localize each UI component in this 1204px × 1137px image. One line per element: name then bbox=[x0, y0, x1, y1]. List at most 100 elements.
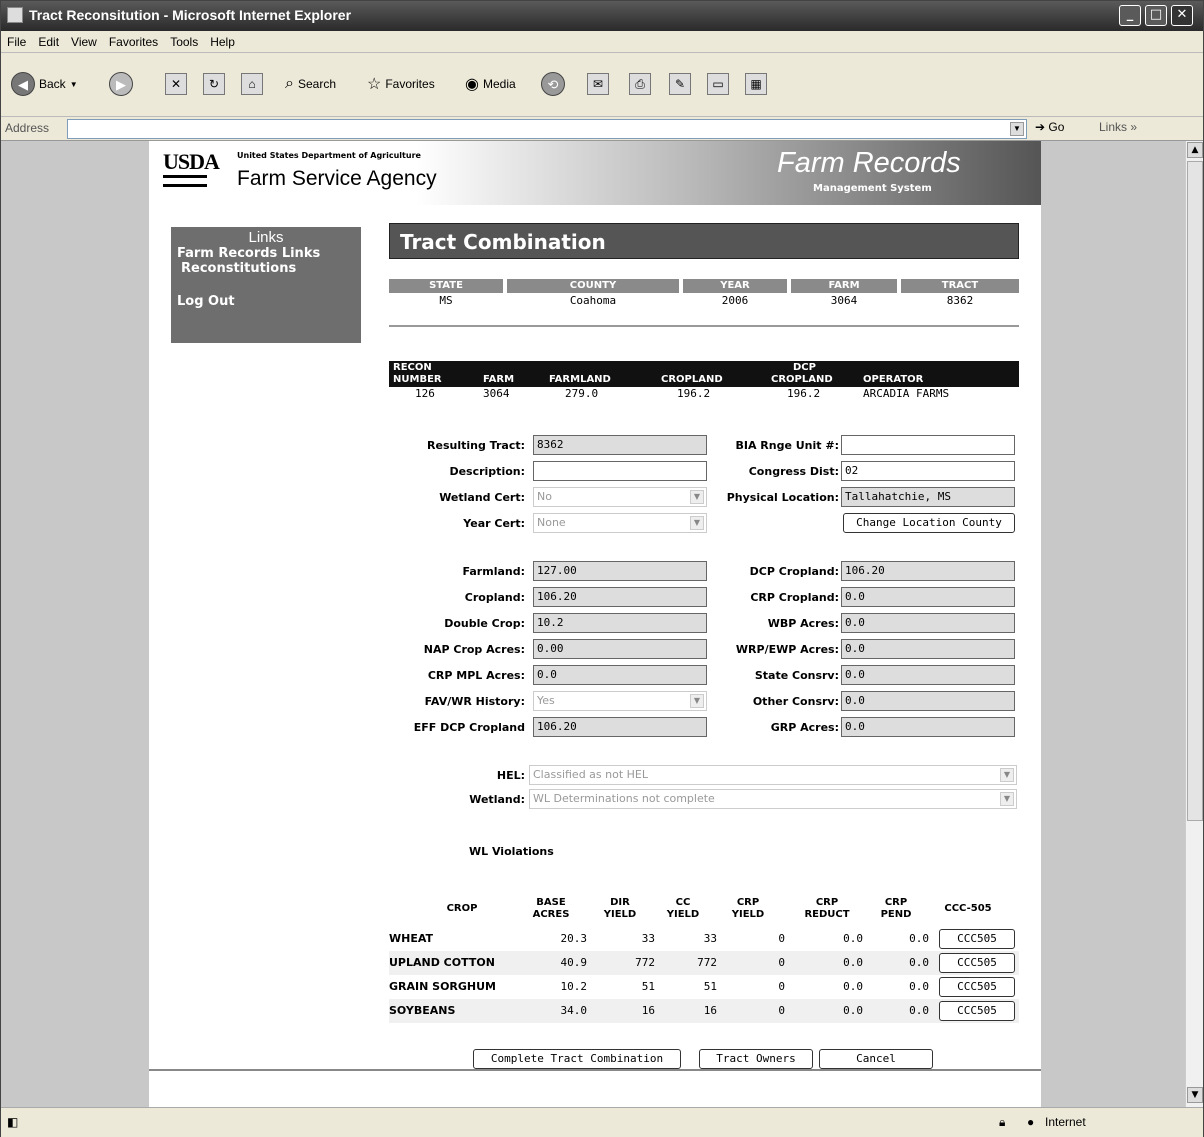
wrp-input[interactable]: 0.0 bbox=[841, 639, 1015, 659]
double-crop-input[interactable]: 10.2 bbox=[533, 613, 707, 633]
title-bar: Tract Reconsitution - Microsoft Internet… bbox=[1, 1, 1203, 31]
scroll-down-icon[interactable]: ▼ bbox=[1187, 1087, 1203, 1103]
refresh-button[interactable]: ↻ bbox=[203, 71, 225, 97]
address-input[interactable]: ▼ bbox=[67, 119, 1027, 139]
app-subtitle: Management System bbox=[813, 183, 932, 194]
fav-select[interactable]: Yes ▼ bbox=[533, 691, 707, 711]
hel-select[interactable]: Classified as not HEL ▼ bbox=[529, 765, 1017, 785]
val-recon-operator: ARCADIA FARMS bbox=[863, 387, 950, 400]
congress-input[interactable]: 02 bbox=[841, 461, 1015, 481]
cropland-input[interactable]: 106.20 bbox=[533, 587, 707, 607]
ccc505-button[interactable]: CCC505 bbox=[939, 1001, 1015, 1021]
forward-arrow-icon: ▶ bbox=[109, 72, 133, 96]
wbp-label: WBP Acres: bbox=[767, 617, 839, 630]
search-button[interactable]: ⌕ Search bbox=[285, 71, 336, 97]
history-button[interactable]: ⟲ bbox=[541, 71, 565, 97]
scroll-up-icon[interactable]: ▲ bbox=[1187, 142, 1203, 158]
discuss-icon: ▭ bbox=[707, 73, 729, 95]
menu-favorites[interactable]: Favorites bbox=[103, 31, 164, 53]
chevron-down-icon[interactable]: ▼ bbox=[1010, 122, 1024, 136]
bia-input[interactable] bbox=[841, 435, 1015, 455]
department-name: United States Department of Agriculture bbox=[237, 151, 421, 160]
hdr-dcp: DCP bbox=[793, 362, 816, 373]
vertical-scrollbar[interactable]: ▲ ▼ bbox=[1185, 141, 1203, 1107]
tract-owners-button[interactable]: Tract Owners bbox=[699, 1049, 813, 1069]
grp-input[interactable]: 0.0 bbox=[841, 717, 1015, 737]
media-icon: ◉ bbox=[465, 76, 479, 93]
mail-button[interactable]: ✉ bbox=[587, 71, 609, 97]
table-row: UPLAND COTTON 40.9 772 772 0 0.0 0.0 CCC… bbox=[389, 951, 1019, 975]
crp-mpl-input[interactable]: 0.0 bbox=[533, 665, 707, 685]
back-button[interactable]: ◀ Back ▼ bbox=[11, 71, 78, 97]
maximize-button[interactable]: □ bbox=[1145, 5, 1167, 26]
hdr-farmland: FARMLAND bbox=[549, 374, 611, 385]
scroll-thumb[interactable] bbox=[1187, 161, 1203, 821]
link-reconstitutions[interactable]: Reconstitutions bbox=[171, 261, 361, 276]
eff-dcp-input[interactable]: 106.20 bbox=[533, 717, 707, 737]
crp-mpl-label: CRP MPL Acres: bbox=[427, 669, 525, 682]
menu-help[interactable]: Help bbox=[204, 31, 241, 53]
crp-cropland-input[interactable]: 0.0 bbox=[841, 587, 1015, 607]
resulting-tract-input[interactable]: 8362 bbox=[533, 435, 707, 455]
go-button[interactable]: ➔ Go bbox=[1035, 120, 1064, 134]
hdr-cropland: CROPLAND bbox=[661, 374, 723, 385]
close-button[interactable]: ✕ bbox=[1171, 5, 1193, 26]
stop-button[interactable]: ✕ bbox=[165, 71, 187, 97]
description-input[interactable] bbox=[533, 461, 707, 481]
complete-tract-combination-button[interactable]: Complete Tract Combination bbox=[473, 1049, 681, 1069]
menu-edit[interactable]: Edit bbox=[32, 31, 65, 53]
usda-logo: USDA bbox=[163, 149, 220, 174]
state-consrv-input[interactable]: 0.0 bbox=[841, 665, 1015, 685]
physical-location-input[interactable]: Tallahatchie, MS bbox=[841, 487, 1015, 507]
cancel-button[interactable]: Cancel bbox=[819, 1049, 933, 1069]
link-farm-records[interactable]: Farm Records Links bbox=[171, 246, 361, 261]
description-label: Description: bbox=[449, 465, 525, 478]
other-consrv-input[interactable]: 0.0 bbox=[841, 691, 1015, 711]
edit-button[interactable]: ✎ bbox=[669, 71, 691, 97]
links-panel: Links Farm Records Links Reconstitutions… bbox=[171, 227, 361, 343]
home-button[interactable]: ⌂ bbox=[241, 71, 263, 97]
minimize-button[interactable]: _ bbox=[1119, 5, 1141, 26]
hdr-recon: RECON bbox=[393, 362, 432, 373]
col-year: YEAR bbox=[683, 279, 787, 293]
fav-label: FAV/WR History: bbox=[424, 695, 525, 708]
menu-view[interactable]: View bbox=[65, 31, 103, 53]
col-crp-reduct: CRP REDUCT bbox=[804, 897, 850, 920]
wetland-cert-select[interactable]: No ▼ bbox=[533, 487, 707, 507]
research-button[interactable]: ▦ bbox=[745, 71, 767, 97]
grp-label: GRP Acres: bbox=[770, 721, 839, 734]
forward-button[interactable]: ▶ bbox=[109, 71, 133, 97]
wetland-select[interactable]: WL Determinations not complete ▼ bbox=[529, 789, 1017, 809]
print-button[interactable]: ⎙ bbox=[629, 71, 651, 97]
ccc505-button[interactable]: CCC505 bbox=[939, 953, 1015, 973]
favorites-button[interactable]: ☆ Favorites bbox=[367, 71, 435, 97]
hdr-dcp-cropland: CROPLAND bbox=[771, 374, 833, 385]
media-button[interactable]: ◉ Media bbox=[465, 71, 516, 97]
page-viewport: USDA United States Department of Agricul… bbox=[1, 141, 1185, 1107]
year-cert-select[interactable]: None ▼ bbox=[533, 513, 707, 533]
discuss-button[interactable]: ▭ bbox=[707, 71, 729, 97]
col-farm: FARM bbox=[791, 279, 897, 293]
ccc505-button[interactable]: CCC505 bbox=[939, 929, 1015, 949]
links-button[interactable]: Links » bbox=[1099, 120, 1137, 134]
link-log-out[interactable]: Log Out bbox=[171, 294, 361, 309]
val-recon-farm: 3064 bbox=[483, 387, 510, 400]
dcp-cropland-input[interactable]: 106.20 bbox=[841, 561, 1015, 581]
chevron-down-icon: ▼ bbox=[1000, 792, 1014, 806]
chevron-down-icon: ▼ bbox=[690, 516, 704, 530]
menu-file[interactable]: File bbox=[1, 31, 32, 53]
col-state: STATE bbox=[389, 279, 503, 293]
menu-tools[interactable]: Tools bbox=[164, 31, 204, 53]
val-farm: 3064 bbox=[830, 294, 858, 307]
ccc505-button[interactable]: CCC505 bbox=[939, 977, 1015, 997]
year-cert-label: Year Cert: bbox=[463, 517, 525, 530]
change-location-button[interactable]: Change Location County bbox=[843, 513, 1015, 533]
farmland-input[interactable]: 127.00 bbox=[533, 561, 707, 581]
table-row: WHEAT 20.3 33 33 0 0.0 0.0 CCC505 bbox=[389, 927, 1019, 951]
nap-input[interactable]: 0.00 bbox=[533, 639, 707, 659]
web-page: USDA United States Department of Agricul… bbox=[149, 141, 1041, 1107]
physical-location-label: Physical Location: bbox=[726, 491, 839, 504]
double-crop-label: Double Crop: bbox=[444, 617, 525, 630]
wbp-input[interactable]: 0.0 bbox=[841, 613, 1015, 633]
page-footer-bar bbox=[149, 1069, 1041, 1107]
